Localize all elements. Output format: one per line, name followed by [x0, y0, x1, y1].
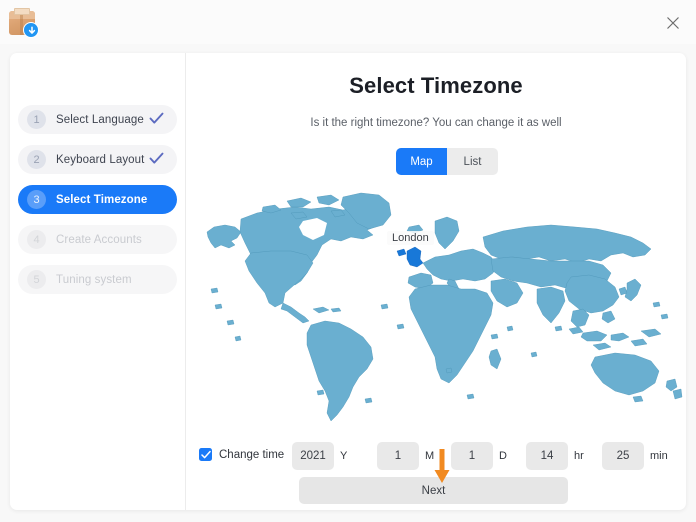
app-window: 1 Select Language 2 Keyboard Layout 3 Se…: [0, 0, 696, 522]
step-number: 4: [27, 230, 46, 249]
download-badge-icon: [23, 22, 39, 38]
time-settings-row: Change time Y M D hr min: [186, 442, 686, 476]
next-button[interactable]: Next: [299, 477, 568, 504]
sidebar-item-label: Keyboard Layout: [56, 153, 145, 166]
sidebar-item-label: Select Language: [56, 113, 144, 126]
step-number: 1: [27, 110, 46, 129]
world-map[interactable]: London: [191, 185, 683, 432]
setup-wizard-card: 1 Select Language 2 Keyboard Layout 3 Se…: [10, 53, 686, 510]
year-input[interactable]: [292, 442, 334, 470]
change-time-label: Change time: [219, 448, 285, 461]
minute-unit: min: [650, 450, 668, 462]
page-subtitle: Is it the right timezone? You can change…: [310, 117, 562, 129]
month-unit: M: [425, 450, 435, 462]
view-mode-toggle: Map List: [396, 148, 498, 175]
package-download-icon: [8, 7, 39, 38]
title-bar: [0, 0, 696, 44]
change-time-checkbox[interactable]: Change time: [199, 448, 284, 461]
page-title: Select Timezone: [349, 73, 523, 98]
year-unit: Y: [340, 450, 348, 462]
sidebar-item-keyboard-layout[interactable]: 2 Keyboard Layout: [18, 145, 177, 174]
hour-input[interactable]: [526, 442, 568, 470]
wizard-steps-sidebar: 1 Select Language 2 Keyboard Layout 3 Se…: [10, 53, 185, 510]
tab-list[interactable]: List: [447, 148, 498, 175]
step-number: 3: [27, 190, 46, 209]
check-icon: [148, 110, 165, 132]
check-icon: [199, 448, 212, 461]
main-panel: Select Timezone Is it the right timezone…: [186, 53, 686, 510]
step-number: 5: [27, 270, 46, 289]
sidebar-item-select-language[interactable]: 1 Select Language: [18, 105, 177, 134]
sidebar-item-label: Create Accounts: [56, 233, 142, 246]
box-tape: [14, 8, 30, 15]
minute-input[interactable]: [602, 442, 644, 470]
month-input[interactable]: [377, 442, 419, 470]
sidebar-item-label: Tuning system: [56, 273, 132, 286]
sidebar-item-label: Select Timezone: [56, 193, 148, 206]
sidebar-item-select-timezone[interactable]: 3 Select Timezone: [18, 185, 177, 214]
tab-map[interactable]: Map: [396, 148, 447, 175]
map-city-label: London: [387, 231, 434, 245]
day-unit: D: [499, 450, 507, 462]
day-input[interactable]: [451, 442, 493, 470]
close-icon[interactable]: [662, 12, 684, 34]
sidebar-item-create-accounts[interactable]: 4 Create Accounts: [18, 225, 177, 254]
step-number: 2: [27, 150, 46, 169]
sidebar-item-tuning-system[interactable]: 5 Tuning system: [18, 265, 177, 294]
check-icon: [148, 150, 165, 172]
hour-unit: hr: [574, 450, 584, 462]
